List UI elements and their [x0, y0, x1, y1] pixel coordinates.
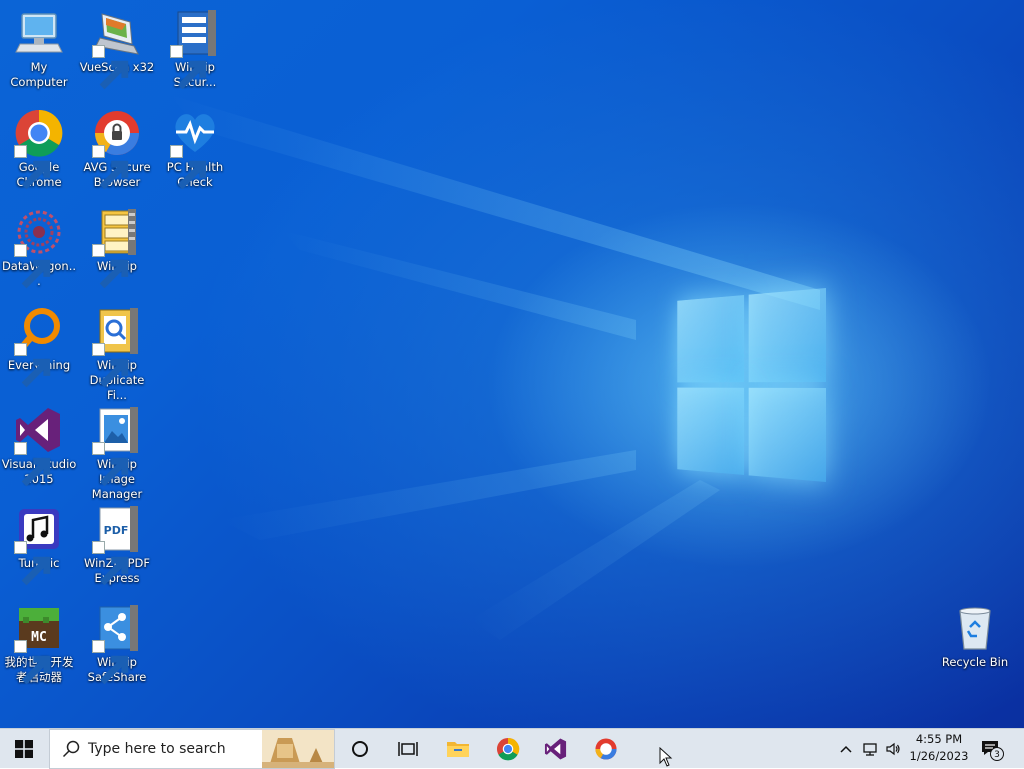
chrome-icon	[496, 737, 520, 761]
desktop-icon-winzip-pdf[interactable]: PDF WinZip PDF Express	[78, 500, 156, 596]
recycle-bin-icon	[950, 603, 1000, 653]
shortcut-arrow-icon	[92, 640, 129, 685]
desktop-icon-winzip-duplicate[interactable]: WinZip Duplicate Fi...	[78, 302, 156, 402]
shortcut-arrow-icon	[92, 145, 129, 190]
desktop-icon-winzip-secure[interactable]: WinZip Secur...	[156, 4, 234, 100]
avg-browser-icon	[92, 108, 142, 190]
desktop-icon-avg-secure-browser[interactable]: AVG Secure Browser	[78, 104, 156, 200]
show-hidden-icons-chevron-up-icon[interactable]	[838, 741, 854, 757]
shortcut-arrow-icon	[14, 145, 51, 190]
shortcut-arrow-icon	[92, 541, 129, 586]
desktop-icon-my-computer[interactable]: My Computer	[0, 4, 78, 100]
desktop-icon-vuescan[interactable]: VueScan x32	[78, 4, 156, 100]
network-icon[interactable]	[862, 741, 878, 757]
taskbar-search-box[interactable]: Type here to search	[49, 729, 335, 769]
taskbar-avg-browser[interactable]	[582, 729, 630, 769]
windows-start-icon	[15, 740, 33, 758]
taskbar-clock[interactable]: 4:55 PM 1/26/2023	[906, 731, 972, 765]
desktop-icon-tunatic[interactable]: Tunatic	[0, 500, 78, 596]
action-center-button[interactable]: 3	[980, 739, 1006, 761]
computer-icon	[14, 8, 64, 58]
mouse-cursor-icon	[659, 747, 673, 767]
avg-browser-icon	[595, 738, 617, 760]
desktop-icon-winzip[interactable]: WinZip	[78, 203, 156, 299]
taskbar-file-explorer[interactable]	[434, 729, 482, 769]
datawagon-icon	[14, 207, 64, 289]
winzip-secure-icon	[170, 8, 220, 90]
desktop-icon-label: My Computer	[10, 60, 68, 89]
everything-search-icon	[14, 306, 64, 388]
desktop-icon-recycle-bin[interactable]: Recycle Bin	[936, 599, 1014, 695]
pdf-icon: PDF	[92, 504, 142, 586]
volume-icon[interactable]	[885, 741, 901, 757]
desktop-icon-everything[interactable]: Everything	[0, 302, 78, 398]
task-view-button[interactable]	[384, 729, 432, 769]
shortcut-arrow-icon	[92, 45, 129, 90]
visual-studio-icon	[544, 738, 567, 760]
desktop-icon-winzip-safeshare[interactable]: WinZip SafeShare	[78, 599, 156, 695]
shortcut-arrow-icon	[92, 343, 129, 388]
taskbar-visual-studio[interactable]	[532, 729, 580, 769]
clock-time: 4:55 PM	[915, 732, 963, 746]
shortcut-arrow-icon	[14, 640, 51, 685]
scanner-icon	[92, 8, 142, 90]
notification-count-badge: 3	[990, 747, 1004, 761]
desktop-icon-mc-launcher[interactable]: MC 我的世界开发者启动器	[0, 599, 78, 695]
desktop-icon-google-chrome[interactable]: Google Chrome	[0, 104, 78, 200]
search-icon	[62, 740, 80, 758]
search-highlight-icon	[262, 730, 334, 768]
share-icon	[92, 603, 142, 685]
desktop-icon-visual-studio[interactable]: Visual Studio 2015	[0, 401, 78, 497]
shortcut-arrow-icon	[14, 343, 51, 388]
shortcut-arrow-icon	[92, 442, 129, 487]
desktop-icon-label: Recycle Bin	[941, 655, 1009, 669]
visual-studio-icon	[14, 405, 64, 487]
taskbar-chrome[interactable]	[484, 729, 532, 769]
desktop-icon-pc-health-check[interactable]: PC Health Check	[156, 104, 234, 200]
windows-logo-wallpaper	[677, 288, 826, 482]
shortcut-arrow-icon	[92, 244, 129, 289]
winzip-cabinet-icon	[92, 207, 142, 289]
heart-pulse-icon	[170, 108, 220, 190]
winzip-image-icon	[92, 405, 142, 487]
clock-date: 1/26/2023	[909, 749, 969, 763]
taskbar: Type here to search 4:55 PM 1/26/2023 3	[0, 728, 1024, 769]
winzip-duplicate-icon	[92, 306, 142, 388]
cortana-icon	[352, 741, 368, 757]
shortcut-arrow-icon	[170, 145, 207, 190]
shortcut-arrow-icon	[170, 45, 207, 90]
minecraft-block-icon: MC	[14, 603, 64, 685]
shortcut-arrow-icon	[14, 541, 51, 586]
desktop-icon-datawagon[interactable]: DataWagon...	[0, 203, 78, 299]
cortana-button[interactable]	[336, 729, 384, 769]
file-explorer-icon	[447, 742, 469, 757]
task-view-icon	[398, 742, 418, 756]
svg-text:PDF: PDF	[104, 524, 129, 537]
search-placeholder: Type here to search	[88, 741, 226, 757]
desktop-icon-winzip-image[interactable]: WinZip Image Manager	[78, 401, 156, 501]
shortcut-arrow-icon	[14, 442, 51, 487]
chrome-icon	[14, 108, 64, 190]
tunatic-music-icon	[14, 504, 64, 586]
start-button[interactable]	[0, 729, 48, 769]
shortcut-arrow-icon	[14, 244, 51, 289]
desktop[interactable]: My Computer Google Chrome DataWagon... E…	[0, 0, 1024, 728]
